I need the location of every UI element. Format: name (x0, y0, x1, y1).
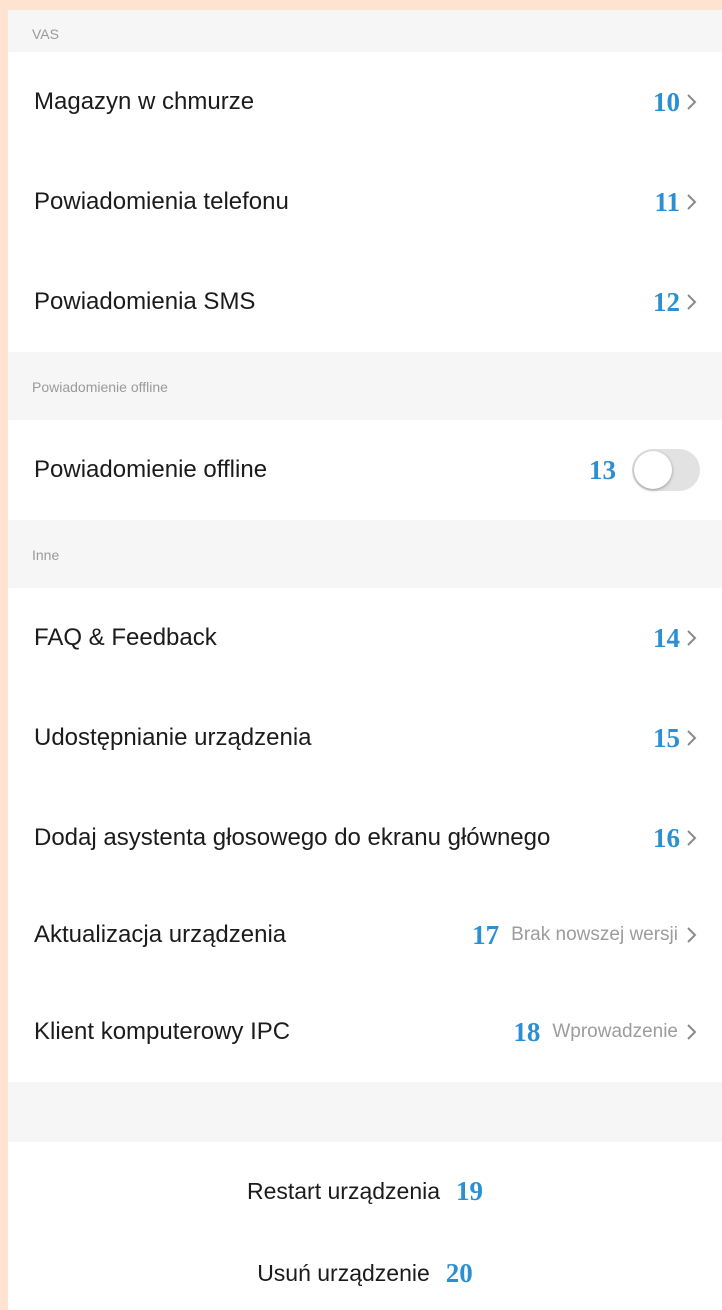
callout-number: 11 (654, 186, 680, 217)
row-right: 11 (654, 187, 700, 218)
row-cloud-storage[interactable]: Magazyn w chmurze 10 (8, 52, 722, 152)
row-offline-notification: Powiadomienie offline 13 (8, 420, 722, 520)
row-device-sharing[interactable]: Udostępnianie urządzenia 15 (8, 688, 722, 788)
row-label: Magazyn w chmurze (34, 88, 255, 115)
callout-number: 20 (445, 1257, 473, 1288)
pc-client-value: Wprowadzenie (552, 1021, 678, 1042)
chevron-right-icon (682, 1020, 700, 1044)
callout-number: 13 (589, 454, 616, 485)
settings-screen: VAS Magazyn w chmurze 10 Powiadomienia t… (8, 10, 722, 1310)
row-label: FAQ & Feedback (34, 624, 217, 651)
remove-device-button[interactable]: Usuń urządzenie 20 (8, 1240, 722, 1310)
callout-number: 15 (653, 722, 680, 753)
callout-number: 19 (456, 1175, 484, 1206)
vas-group: Magazyn w chmurze 10 Powiadomienia telef… (8, 52, 722, 352)
row-label: Powiadomienia telefonu (34, 188, 289, 215)
row-device-update[interactable]: Aktualizacja urządzenia 17 Brak nowszej … (8, 888, 722, 982)
section-header-offline: Powiadomienie offline (8, 352, 722, 420)
restart-device-button[interactable]: Restart urządzenia 19 (8, 1142, 722, 1240)
chevron-right-icon (682, 290, 700, 314)
other-group: FAQ & Feedback 14 Udostępnianie urządzen… (8, 588, 722, 1082)
chevron-right-icon (682, 626, 700, 650)
row-right: 13 (589, 449, 700, 491)
row-label: Aktualizacja urządzenia (34, 921, 287, 948)
chevron-right-icon (682, 826, 700, 850)
row-phone-notifications[interactable]: Powiadomienia telefonu 11 (8, 152, 722, 252)
callout-number: 16 (653, 822, 680, 853)
offline-notification-toggle[interactable] (632, 449, 700, 491)
row-right: 18 Wprowadzenie (513, 1017, 700, 1048)
row-right: 14 (653, 623, 700, 654)
section-header-vas: VAS (8, 10, 722, 52)
section-header-other: Inne (8, 520, 722, 588)
row-label: Powiadomienie offline (34, 456, 268, 483)
chevron-right-icon (682, 90, 700, 114)
offline-group: Powiadomienie offline 13 (8, 420, 722, 520)
row-label: Udostępnianie urządzenia (34, 724, 312, 751)
row-pc-client[interactable]: Klient komputerowy IPC 18 Wprowadzenie (8, 982, 722, 1082)
chevron-right-icon (682, 923, 700, 947)
row-label: Dodaj asystenta głosowego do ekranu głów… (34, 824, 551, 851)
row-sms-notifications[interactable]: Powiadomienia SMS 12 (8, 252, 722, 352)
toggle-knob (634, 451, 672, 489)
row-label: Klient komputerowy IPC (34, 1018, 291, 1045)
update-status-value: Brak nowszej wersji (511, 924, 678, 945)
remove-device-label: Usuń urządzenie (257, 1259, 430, 1286)
row-right: 16 (653, 823, 700, 854)
chevron-right-icon (682, 726, 700, 750)
row-right: 12 (653, 287, 700, 318)
row-right: 15 (653, 723, 700, 754)
chevron-right-icon (682, 190, 700, 214)
row-right: 17 Brak nowszej wersji (472, 920, 700, 951)
callout-number: 10 (653, 86, 680, 117)
row-voice-assistant-shortcut[interactable]: Dodaj asystenta głosowego do ekranu głów… (8, 788, 722, 888)
callout-number: 17 (472, 919, 500, 950)
callout-number: 12 (653, 286, 680, 317)
callout-number: 18 (513, 1016, 541, 1047)
row-label: Powiadomienia SMS (34, 288, 256, 315)
callout-number: 14 (653, 622, 680, 653)
row-faq-feedback[interactable]: FAQ & Feedback 14 (8, 588, 722, 688)
restart-device-label: Restart urządzenia (246, 1177, 441, 1204)
row-right: 10 (653, 87, 700, 118)
